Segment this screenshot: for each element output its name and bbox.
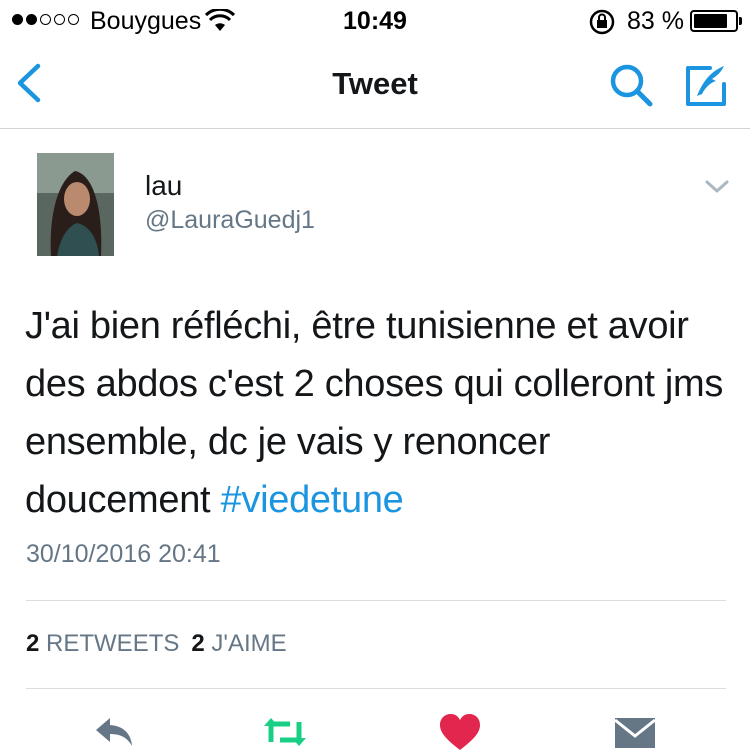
retweets-count: 2 — [26, 630, 40, 657]
chevron-down-icon[interactable] — [704, 178, 730, 196]
status-bar: Bouygues 10:49 83 % — [0, 0, 750, 40]
rotation-lock-icon — [589, 9, 615, 35]
hashtag-link[interactable]: #viedetune — [221, 479, 404, 521]
tweet-text: J'ai bien réfléchi, être tunisienne et a… — [25, 297, 740, 529]
retweet-icon[interactable] — [262, 712, 308, 750]
battery-icon — [690, 10, 738, 32]
retweets-stat[interactable]: 2 RETWEETS — [26, 630, 179, 657]
avatar-photo — [37, 153, 114, 256]
search-icon[interactable] — [606, 60, 658, 112]
battery-percent: 83 % — [627, 7, 684, 35]
author-display-name[interactable]: lau — [145, 170, 182, 202]
envelope-icon[interactable] — [612, 712, 658, 750]
likes-label: J'AIME — [211, 630, 287, 657]
battery-tip — [739, 17, 742, 25]
likes-count: 2 — [191, 630, 205, 657]
navigation-bar: Tweet — [0, 40, 750, 129]
reply-icon[interactable] — [92, 712, 138, 750]
heart-icon[interactable] — [437, 712, 483, 750]
retweets-label: RETWEETS — [46, 630, 180, 657]
author-handle[interactable]: @LauraGuedj1 — [145, 206, 315, 235]
tweet-stats: 2 RETWEETS 2 J'AIME — [26, 630, 287, 658]
tweet-timestamp: 30/10/2016 20:41 — [26, 540, 221, 568]
compose-icon[interactable] — [680, 60, 732, 112]
divider — [26, 688, 726, 689]
divider — [26, 600, 726, 601]
avatar[interactable] — [37, 153, 114, 256]
likes-stat[interactable]: 2 J'AIME — [191, 630, 286, 657]
